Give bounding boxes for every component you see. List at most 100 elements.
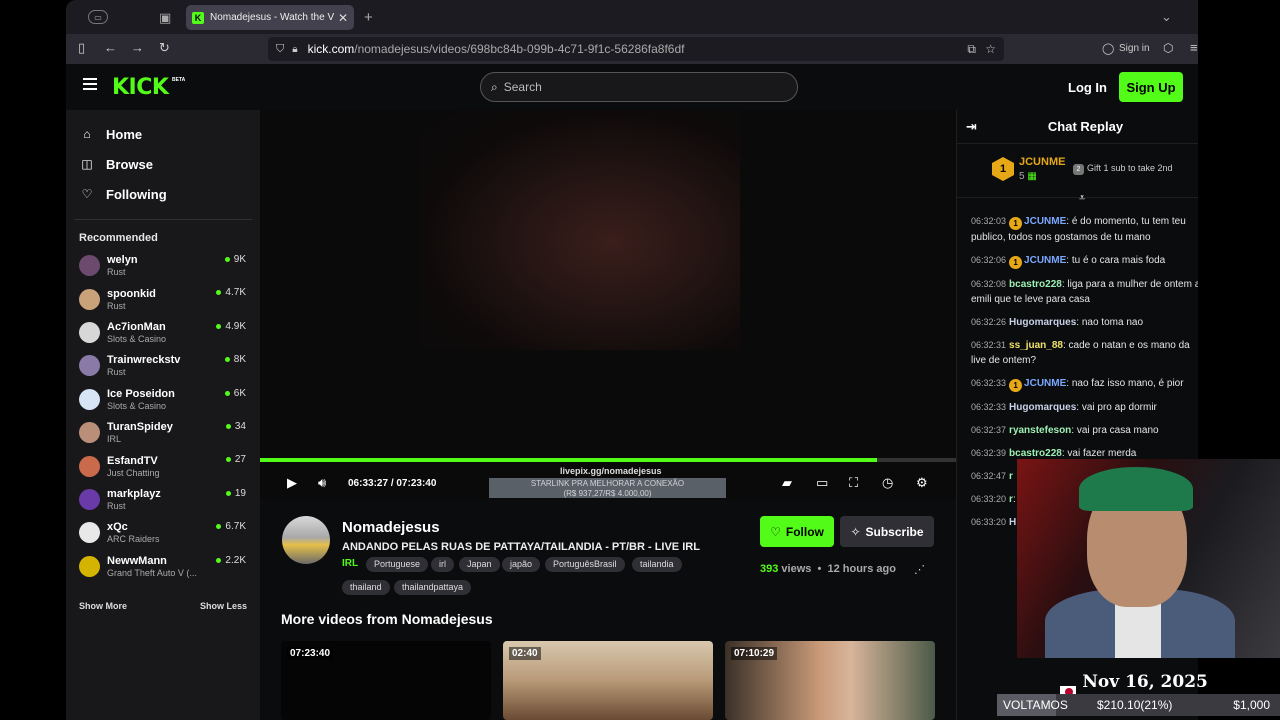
viewer-count: 19	[225, 488, 246, 499]
hamburger-menu-icon[interactable]	[83, 78, 97, 90]
share-icon[interactable]: ⋰	[914, 563, 925, 576]
message-username[interactable]: r	[1009, 471, 1013, 482]
sidebar-item-browse[interactable]: ◫ Browse	[66, 149, 260, 179]
subscribe-button[interactable]: ✧ Subscribe	[840, 516, 934, 547]
search-input[interactable]: ⌕ Search	[480, 72, 798, 102]
chat-message: 06:32:06 1 JCUNME: tu é o cara mais foda	[971, 253, 1207, 269]
message-username[interactable]: JCUNME	[1024, 255, 1066, 266]
message-username[interactable]: ss_juan_88	[1009, 340, 1063, 351]
menu-icon[interactable]: ≡	[1190, 40, 1198, 55]
account-icon[interactable]: ◯	[1102, 42, 1114, 55]
recommended-channel[interactable]: NewwMann Grand Theft Auto V (... 2.2K	[66, 550, 260, 583]
active-tab[interactable]: K Nomadejesus - Watch the VOD ✕	[186, 5, 354, 30]
chat-message: 06:32:33 1 JCUNME: nao faz isso mano, é pi…	[971, 376, 1207, 392]
gift-icon: ▦	[1027, 171, 1037, 182]
collapse-chat-icon[interactable]: ⇥	[966, 119, 977, 135]
live-dot-icon	[224, 390, 230, 396]
message-username[interactable]: JCUNME	[1024, 216, 1066, 227]
top-gifter-name[interactable]: JCUNME	[1019, 156, 1065, 168]
search-placeholder: Search	[503, 80, 542, 94]
extensions-icon[interactable]: ⬡	[1163, 41, 1173, 55]
recommended-channel[interactable]: EsfandTV Just Chatting 27	[66, 449, 260, 482]
video-player[interactable]: livepix.gg/nomadejesus STARLINK PRA MELH…	[260, 110, 956, 500]
video-thumbnail[interactable]: 07:10:29	[725, 641, 935, 720]
signup-button[interactable]: Sign Up	[1119, 72, 1183, 102]
chat-message: 06:32:03 1 JCUNME: é do momento, tu tem te…	[971, 214, 1207, 245]
gift-prompt[interactable]: 2 Gift 1 sub to take 2nd	[1073, 163, 1173, 175]
recommended-channel[interactable]: Ice Poseidon Slots & Casino 6K	[66, 383, 260, 416]
channel-avatar[interactable]	[282, 516, 330, 564]
tag[interactable]: irl	[431, 557, 454, 572]
recommended-heading: Recommended	[79, 232, 158, 244]
bookmark-star-icon[interactable]: ☆	[985, 42, 996, 56]
sidebar-icon[interactable]: ▯	[78, 40, 85, 56]
chevron-down-icon[interactable]: ⌄	[1161, 9, 1172, 25]
tab-overview-icon[interactable]: ▣	[159, 10, 171, 26]
lock-icon[interactable]: 🔒︎	[292, 44, 297, 55]
recommended-channel[interactable]: TuranSpidey IRL 34	[66, 416, 260, 449]
chat-message: 06:32:26 Hugomarques: nao toma nao	[971, 315, 1207, 330]
message-username[interactable]: bcastro228	[1009, 279, 1062, 290]
video-thumbnail[interactable]: 07:23:40	[281, 641, 491, 720]
tag[interactable]: thailandpattaya	[394, 580, 472, 595]
tag[interactable]: Portuguese	[366, 557, 429, 572]
current-time: 06:33:27	[348, 478, 389, 489]
volume-icon[interactable]: 🔊︎	[318, 475, 326, 491]
kick-logo[interactable]: KICK	[112, 75, 169, 100]
reload-icon[interactable]: ↻	[159, 40, 170, 56]
play-icon[interactable]: ▶	[287, 475, 297, 491]
rank-badge-icon: 1	[1009, 256, 1023, 269]
new-tab-icon[interactable]: +	[364, 9, 373, 26]
picture-in-picture-icon[interactable]: ⧉	[967, 42, 976, 57]
recommended-channel[interactable]: Ac7ionMan Slots & Casino 4.9K	[66, 316, 260, 349]
message-time: 06:32:33	[971, 402, 1007, 412]
tag[interactable]: japão	[502, 557, 541, 572]
follow-button[interactable]: ♡ Follow	[760, 516, 834, 547]
video-age: 12 hours ago	[827, 563, 896, 575]
tag[interactable]: tailandia	[632, 557, 682, 572]
viewer-count-value: 8K	[233, 354, 246, 366]
back-icon[interactable]: ←	[104, 40, 117, 55]
forward-icon[interactable]: →	[131, 40, 144, 55]
overlay-goal-text: STARLINK PRA MELHORAR A CONEXÃO	[530, 479, 685, 488]
fullscreen-icon[interactable]: ⛶	[849, 475, 858, 491]
recommended-channel[interactable]: spoonkid Rust 4.7K	[66, 282, 260, 315]
progress-bar[interactable]	[260, 458, 956, 462]
channel-name[interactable]: Nomadejesus	[342, 519, 440, 536]
channel-category: Slots & Casino	[107, 400, 167, 411]
message-username[interactable]: bcastro228	[1009, 448, 1062, 459]
theater-mode-icon[interactable]: ▭	[816, 475, 828, 491]
message-username[interactable]: ryanstefeson	[1009, 425, 1071, 436]
category-link[interactable]: IRL	[342, 558, 358, 569]
close-tab-icon[interactable]: ✕	[338, 11, 348, 25]
tag[interactable]: PortuguêsBrasil	[545, 557, 625, 572]
message-username[interactable]: Hugomarques	[1009, 402, 1076, 413]
sign-in-link[interactable]: Sign in	[1119, 43, 1150, 54]
show-less-button[interactable]: Show Less	[200, 601, 247, 611]
clip-icon[interactable]: ▰	[782, 475, 792, 491]
home-icon: ⌂	[83, 127, 91, 141]
expand-chat-icon[interactable]: ⩡	[1079, 192, 1085, 205]
shield-icon[interactable]: ⛉	[276, 43, 284, 56]
gift-count-value: 5	[1019, 171, 1025, 182]
login-button[interactable]: Log In	[1068, 80, 1107, 95]
show-more-button[interactable]: Show More	[79, 601, 127, 611]
address-bar[interactable]: ⛉ 🔒︎ kick.com/nomadejesus/videos/698bc84…	[268, 37, 1004, 61]
sidebar-item-following[interactable]: ♡ Following	[66, 179, 260, 209]
avatar	[79, 288, 100, 310]
settings-gear-icon[interactable]: ⚙	[916, 475, 928, 491]
message-username[interactable]: Hugomarques	[1009, 317, 1076, 328]
playback-speed-icon[interactable]: ◷	[882, 475, 893, 491]
recommended-channel[interactable]: welyn Rust 9K	[66, 249, 260, 282]
message-username[interactable]: JCUNME	[1024, 378, 1066, 389]
tag[interactable]: thailand	[342, 580, 390, 595]
sidebar-item-home[interactable]: ⌂ Home	[66, 119, 260, 149]
recommended-channel[interactable]: Trainwreckstv Rust 8K	[66, 349, 260, 382]
navigation-bar: ▯ ← → ↻ ⛉ 🔒︎ kick.com/nomadejesus/videos…	[66, 34, 1214, 64]
tag[interactable]: Japan	[459, 557, 500, 572]
recommended-channel[interactable]: markplayz Rust 19	[66, 483, 260, 516]
avatar	[79, 321, 100, 343]
video-thumbnail[interactable]: 02:40	[503, 641, 713, 720]
recommended-channel[interactable]: xQc ARC Raiders 6.7K	[66, 516, 260, 549]
sidebar-toggle-icon[interactable]: ▭	[88, 10, 108, 24]
